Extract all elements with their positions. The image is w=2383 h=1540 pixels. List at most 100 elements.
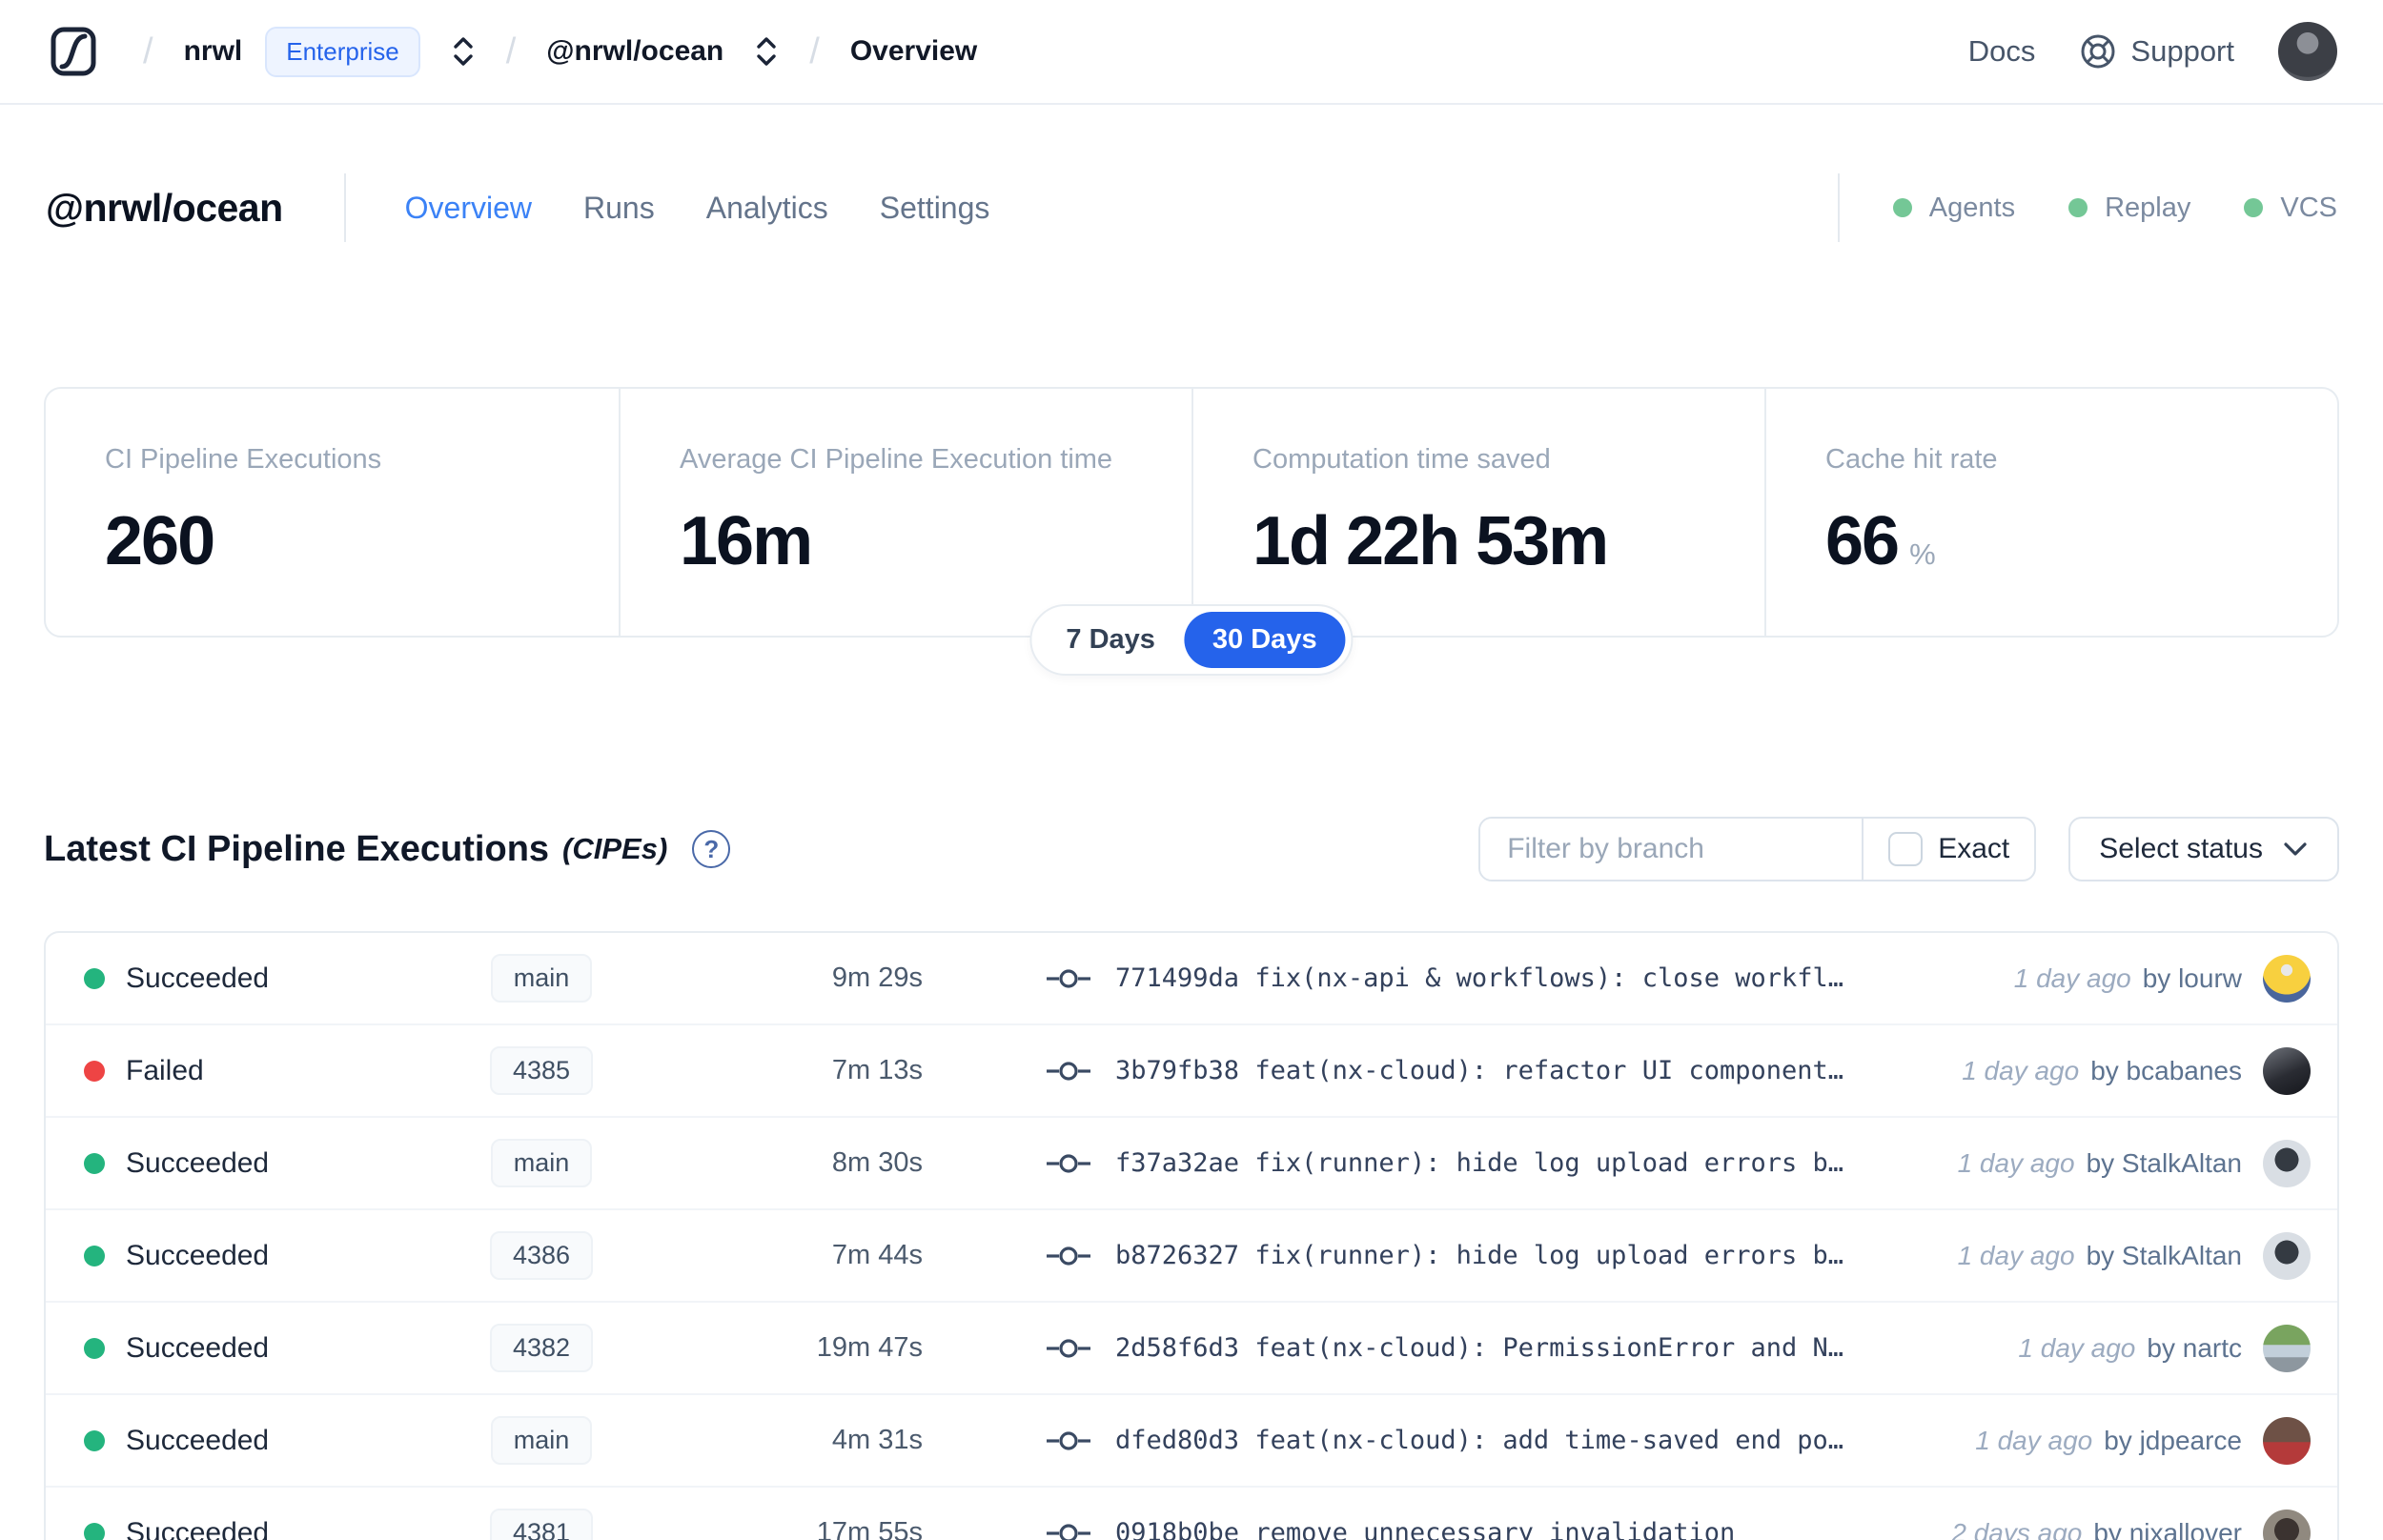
tab-runs[interactable]: Runs bbox=[583, 191, 655, 226]
table-row[interactable]: Succeeded 4382 19m 47s 2d58f6d3 feat(nx-… bbox=[46, 1303, 2337, 1395]
breadcrumb-separator: / bbox=[505, 30, 517, 71]
tab-settings[interactable]: Settings bbox=[880, 191, 990, 226]
run-status: Succeeded bbox=[126, 1146, 270, 1179]
branch-badge[interactable]: main bbox=[490, 954, 593, 1003]
branch-badge[interactable]: 4382 bbox=[489, 1324, 594, 1372]
status-dot-icon bbox=[1892, 198, 1912, 217]
run-duration: 7m 13s bbox=[831, 1055, 923, 1085]
run-time: 1 day ago bbox=[1975, 1425, 2093, 1455]
breadcrumb-separator: / bbox=[143, 30, 153, 71]
stat-label: Computation time saved bbox=[1253, 444, 1551, 475]
enterprise-badge: Enterprise bbox=[265, 26, 420, 77]
stat-cards: CI Pipeline Executions 260 Average CI Pi… bbox=[44, 387, 2339, 638]
page-title: @nrwl/ocean bbox=[46, 185, 283, 230]
workspace-tabs: Overview Runs Analytics Settings bbox=[405, 191, 990, 226]
status-dot-icon bbox=[84, 1522, 105, 1540]
select-status-button[interactable]: Select status bbox=[2068, 817, 2339, 881]
run-duration: 4m 31s bbox=[831, 1425, 923, 1455]
branch-badge[interactable]: 4381 bbox=[489, 1509, 594, 1540]
org-switcher-chevron-icon[interactable] bbox=[451, 32, 476, 71]
commit-message[interactable]: f37a32ae fix(runner): hide log upload er… bbox=[1115, 1148, 1843, 1178]
tab-overview[interactable]: Overview bbox=[405, 191, 532, 226]
branch-filter-input[interactable] bbox=[1480, 819, 1863, 880]
run-status: Succeeded bbox=[126, 962, 270, 994]
range-7-days[interactable]: 7 Days bbox=[1037, 612, 1184, 668]
branch-filter-group: Exact bbox=[1478, 817, 2037, 881]
run-duration: 17m 55s bbox=[816, 1517, 923, 1540]
author-avatar bbox=[2263, 1416, 2311, 1465]
range-30-days[interactable]: 30 Days bbox=[1183, 612, 1346, 668]
run-author: by nartc bbox=[2147, 1332, 2242, 1363]
branch-badge[interactable]: main bbox=[490, 1139, 593, 1187]
branch-badge[interactable]: 4385 bbox=[489, 1046, 594, 1095]
branch-badge[interactable]: 4386 bbox=[489, 1231, 594, 1280]
status-dot-icon bbox=[2244, 198, 2264, 217]
author-avatar bbox=[2263, 954, 2311, 1003]
run-duration: 19m 47s bbox=[816, 1332, 923, 1363]
exact-checkbox[interactable] bbox=[1888, 832, 1924, 866]
commit-message[interactable]: b8726327 fix(runner): hide log upload er… bbox=[1115, 1241, 1843, 1270]
cipes-title-suffix: (CIPEs) bbox=[562, 832, 668, 865]
run-status: Succeeded bbox=[126, 1239, 270, 1271]
table-row[interactable]: Succeeded 4386 7m 44s b8726327 fix(runne… bbox=[46, 1210, 2337, 1303]
chevron-down-icon bbox=[2284, 842, 2307, 856]
run-author: by nixallover bbox=[2093, 1517, 2242, 1540]
run-duration: 7m 44s bbox=[831, 1240, 923, 1270]
exact-filter: Exact bbox=[1862, 819, 2034, 880]
docs-link[interactable]: Docs bbox=[1968, 34, 2036, 69]
table-row[interactable]: Succeeded main 9m 29s 771499da fix(nx-ap… bbox=[46, 933, 2337, 1025]
run-time: 1 day ago bbox=[1962, 1055, 2080, 1085]
breadcrumb-org[interactable]: nrwl bbox=[184, 35, 243, 68]
author-avatar bbox=[2263, 1231, 2311, 1280]
stat-value: 1d 22h 53m bbox=[1253, 503, 1609, 579]
breadcrumb-page: Overview bbox=[849, 35, 978, 67]
table-row[interactable]: Succeeded main 8m 30s f37a32ae fix(runne… bbox=[46, 1118, 2337, 1210]
run-time: 1 day ago bbox=[2018, 1332, 2136, 1363]
author-avatar bbox=[2263, 1324, 2311, 1372]
run-author: by lourw bbox=[2142, 962, 2242, 993]
branch-badge[interactable]: main bbox=[490, 1416, 593, 1465]
support-link[interactable]: Support bbox=[2079, 32, 2234, 71]
run-author: by jdpearce bbox=[2104, 1425, 2242, 1455]
run-status: Succeeded bbox=[126, 1424, 270, 1456]
stat-value: 66% bbox=[1825, 503, 1936, 579]
stats-section: CI Pipeline Executions 260 Average CI Pi… bbox=[44, 387, 2339, 676]
cipes-title: Latest CI Pipeline Executions bbox=[44, 828, 550, 869]
table-row[interactable]: Succeeded 4381 17m 55s 0918b0be remove u… bbox=[46, 1488, 2337, 1540]
commit-message[interactable]: 0918b0be remove unnecessary invalidation bbox=[1115, 1518, 1735, 1540]
status-dot-icon bbox=[84, 1152, 105, 1174]
commit-message[interactable]: 3b79fb38 feat(nx-cloud): refactor UI com… bbox=[1115, 1056, 1843, 1085]
commit-icon bbox=[1047, 1246, 1090, 1266]
status-dot-icon bbox=[84, 1337, 105, 1359]
commit-message[interactable]: 2d58f6d3 feat(nx-cloud): PermissionError… bbox=[1115, 1333, 1843, 1363]
nx-cloud-logo-icon[interactable] bbox=[46, 24, 101, 79]
status-dot-icon bbox=[2068, 198, 2088, 217]
exact-label: Exact bbox=[1938, 833, 2010, 864]
user-avatar[interactable] bbox=[2278, 22, 2337, 81]
cipes-section-header: Latest CI Pipeline Executions (CIPEs) ? … bbox=[44, 817, 2339, 881]
status-dot-icon bbox=[84, 1429, 105, 1451]
commit-message[interactable]: 771499da fix(nx-api & workflows): close … bbox=[1115, 963, 1843, 993]
workspace-header: @nrwl/ocean Overview Runs Analytics Sett… bbox=[46, 173, 2337, 242]
top-navbar: / nrwl Enterprise / @nrwl/ocean / Overvi… bbox=[0, 0, 2383, 105]
author-avatar bbox=[2263, 1509, 2311, 1540]
run-status: Succeeded bbox=[126, 1331, 270, 1364]
stat-value: 16m bbox=[680, 503, 813, 579]
commit-icon bbox=[1047, 1338, 1090, 1358]
divider bbox=[343, 173, 346, 242]
tab-analytics[interactable]: Analytics bbox=[706, 191, 828, 226]
run-author: by StalkAltan bbox=[2086, 1147, 2242, 1178]
stat-card-avg-time: Average CI Pipeline Execution time 16m bbox=[619, 389, 1192, 636]
run-time: 1 day ago bbox=[1957, 1147, 2075, 1178]
help-icon[interactable]: ? bbox=[692, 830, 731, 868]
commit-message[interactable]: dfed80d3 feat(nx-cloud): add time-saved … bbox=[1115, 1426, 1843, 1455]
breadcrumb-workspace[interactable]: @nrwl/ocean bbox=[546, 35, 723, 68]
table-row[interactable]: Succeeded main 4m 31s dfed80d3 feat(nx-c… bbox=[46, 1395, 2337, 1488]
run-time: 2 days ago bbox=[1951, 1517, 2083, 1540]
run-status: Succeeded bbox=[126, 1516, 270, 1540]
workspace-switcher-chevron-icon[interactable] bbox=[754, 32, 779, 71]
run-author: by StalkAltan bbox=[2086, 1240, 2242, 1270]
table-row[interactable]: Failed 4385 7m 13s 3b79fb38 feat(nx-clou… bbox=[46, 1025, 2337, 1118]
commit-icon bbox=[1047, 968, 1090, 988]
stat-label: Average CI Pipeline Execution time bbox=[680, 444, 1113, 475]
